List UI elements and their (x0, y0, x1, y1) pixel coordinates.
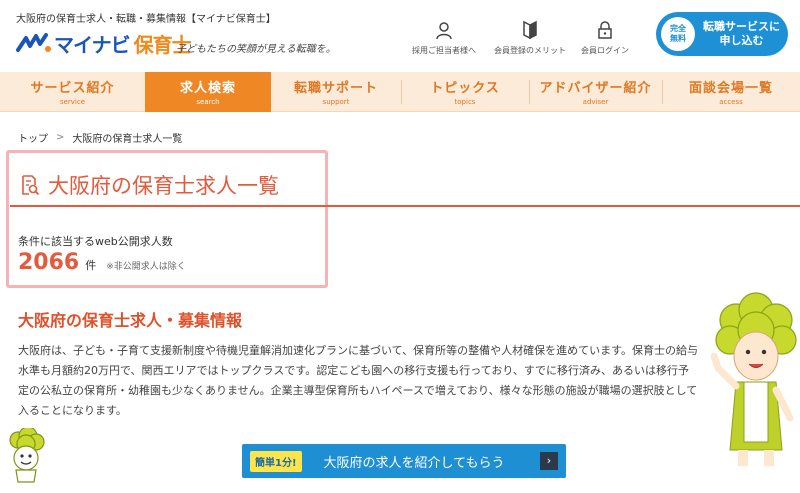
breadcrumb-current: 大阪府の保育士求人一覧 (72, 134, 183, 145)
logo-word: マイナビ (54, 32, 131, 57)
utility-link-label: 会員登録のメリット (494, 46, 566, 55)
nav-item-adviser[interactable]: アドバイザー紹介 adviser (529, 72, 662, 112)
small-mascot-icon (9, 428, 45, 483)
header-tagline: 大阪府の保育士求人・転職・募集情報【マイナビ保育士】 (16, 14, 276, 25)
breadcrumb-separator: > (56, 132, 65, 143)
utility-link-label: 採用ご担当者様へ (412, 46, 476, 55)
utility-link-employers[interactable]: 採用ご担当者様へ (404, 20, 484, 56)
header-catchphrase: 子どもたちの笑顔が見える転職を。 (176, 44, 336, 55)
logo-mark-icon (16, 33, 51, 52)
free-badge: 完全 無料 (661, 17, 695, 51)
title-divider (10, 205, 800, 207)
person-icon (436, 22, 452, 40)
job-count-label: 条件に該当するweb公開求人数 (18, 235, 173, 248)
site-header: 大阪府の保育士求人・転職・募集情報【マイナビ保育士】 マイナビ 保育士 子どもた… (0, 0, 800, 72)
job-count-value: 2066 (18, 250, 80, 275)
nav-item-support[interactable]: 転職サポート support (271, 72, 401, 112)
easy-badge: 簡単1分! (250, 450, 302, 472)
nav-item-topics[interactable]: トピックス topics (401, 72, 529, 112)
page-title: 大阪府の保育士求人一覧 (48, 174, 279, 198)
section-title: 大阪府の保育士求人・募集情報 (18, 311, 243, 330)
apply-service-label: 転職サービスに 申し込む (703, 20, 780, 47)
apply-service-button[interactable]: 完全 無料 転職サービスに 申し込む (656, 12, 788, 56)
site-logo[interactable]: マイナビ 保育士 (16, 30, 192, 57)
job-count-note: ※非公開求人は除く (106, 262, 186, 272)
nav-item-access[interactable]: 面談会場一覧 access (662, 72, 800, 112)
breadcrumb: トップ > 大阪府の保育士求人一覧 (18, 130, 182, 145)
job-count-unit: 件 (85, 259, 97, 272)
utility-link-login[interactable]: 会員ログイン (565, 20, 645, 56)
section-body-text: 大阪府は、子ども・子育て支援新制度や待機児童解消加速化プランに基づいて、保育所等… (18, 344, 699, 417)
mascot-character-icon (710, 292, 797, 466)
page-title-row: 大阪府の保育士求人一覧 (20, 170, 279, 200)
introduce-jobs-button[interactable]: 簡単1分! 大阪府の求人を紹介してもらう › (242, 444, 566, 478)
job-count-row: 2066 件 ※非公開求人は除く (18, 250, 186, 275)
nav-item-search[interactable]: 求人検索 search (145, 72, 271, 112)
nav-item-service[interactable]: サービス紹介 service (0, 72, 145, 112)
lock-icon (598, 21, 612, 39)
utility-link-merits[interactable]: 会員登録のメリット (490, 20, 570, 56)
breadcrumb-home[interactable]: トップ (18, 130, 48, 145)
beginner-mark-icon (523, 20, 537, 40)
chevron-right-icon: › (540, 452, 558, 470)
introduce-jobs-label: 大阪府の求人を紹介してもらう (323, 455, 505, 471)
utility-link-label: 会員ログイン (581, 46, 629, 55)
global-nav: サービス紹介 service 求人検索 search 転職サポート suppor… (0, 72, 800, 112)
search-document-icon (22, 175, 40, 196)
